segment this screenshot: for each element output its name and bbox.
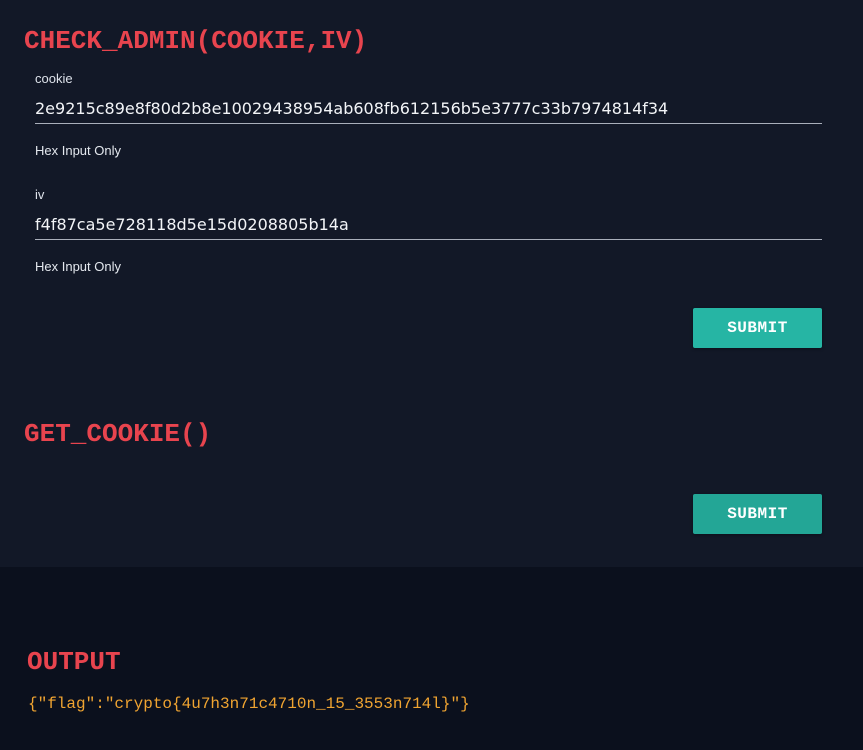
output-text: {"flag":"crypto{4u7h3n71c4710n_15_3553n7… [28, 695, 470, 713]
output-title: OUTPUT [27, 647, 121, 677]
iv-input[interactable] [35, 209, 822, 240]
actions-panel: CHECK_ADMIN(COOKIE,IV) cookie Hex Input … [0, 0, 863, 567]
iv-helper-text: Hex Input Only [35, 259, 121, 274]
cookie-input[interactable] [35, 93, 822, 124]
cookie-helper-text: Hex Input Only [35, 143, 121, 158]
check-admin-title: CHECK_ADMIN(COOKIE,IV) [24, 26, 368, 56]
get-cookie-title: GET_COOKIE() [24, 419, 212, 449]
cookie-field-label: cookie [35, 71, 73, 86]
iv-field-label: iv [35, 187, 45, 202]
get-cookie-submit-button[interactable]: SUBMIT [693, 494, 822, 534]
check-admin-submit-button[interactable]: SUBMIT [693, 308, 822, 348]
